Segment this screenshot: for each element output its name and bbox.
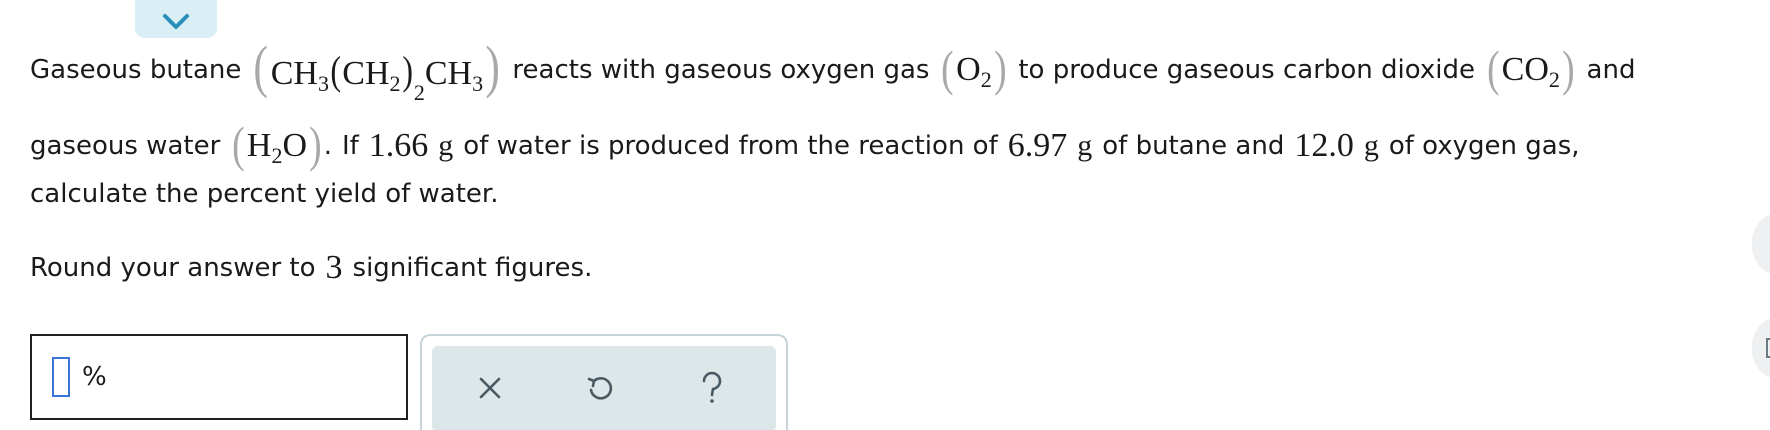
formula-carbon-dioxide: CO2 [1501,51,1560,92]
formula-butane: CH3(CH2)2CH3 [270,47,484,105]
formula-oxygen: O2 [956,51,992,92]
undo-button[interactable] [578,366,622,410]
butane-mass-value: 6.97 [1007,127,1068,164]
paren-open: ( [253,34,269,99]
paren-open: ( [232,116,245,172]
problem-text: gaseous water [30,131,221,161]
unit-grams: g [1363,129,1379,162]
paren-open: ( [941,40,955,96]
paren-close: ) [485,34,501,99]
panel-icon [1766,338,1770,358]
problem-line-1: Gaseous butane ( CH3(CH2)2CH3 ) reacts w… [30,34,1636,105]
side-panel-button[interactable] [1752,316,1770,380]
side-panel-button[interactable] [1752,212,1770,276]
paren-close: ) [993,40,1007,96]
paren-close: ) [1561,40,1575,96]
chevron-down-icon [163,14,189,29]
help-button[interactable] [690,366,734,410]
answer-input[interactable] [52,357,70,397]
answer-input-box[interactable]: % [30,334,408,420]
problem-text: reacts with gaseous oxygen gas [512,55,930,85]
problem-text: significant figures. [352,253,593,283]
unit-grams: g [1077,129,1093,162]
problem-text: . [323,131,332,161]
sigfig-count: 3 [325,249,343,286]
unit-grams: g [438,129,454,162]
undo-icon [587,376,613,400]
clear-button[interactable] [468,366,512,410]
close-icon [479,377,501,399]
collapse-toggle[interactable] [135,0,217,38]
water-mass-value: 1.66 [368,127,429,164]
problem-text: Round your answer to [30,253,316,283]
problem-text: calculate the percent yield of water. [30,179,499,209]
oxygen-mass-value: 12.0 [1294,127,1354,164]
paren-open: ( [1487,40,1500,96]
paren-close: ) [309,116,322,172]
rounding-instruction: Round your answer to 3 significant figur… [30,248,592,288]
help-icon [702,371,722,403]
formula-water: H2O [246,127,308,168]
problem-text: Gaseous butane [30,55,242,85]
problem-text: of oxygen gas, [1388,131,1580,161]
problem-line-3: calculate the percent yield of water. [30,174,499,214]
problem-text: of butane and [1102,131,1285,161]
problem-text: to produce gaseous carbon dioxide [1018,55,1475,85]
problem-text: and [1586,55,1636,85]
problem-text: of water is produced from the reaction o… [463,131,998,161]
problem-text: If [341,131,359,161]
answer-toolbar [420,334,788,430]
percent-unit-label: % [82,362,107,392]
problem-line-2: gaseous water ( H2O ) . If 1.66 g of wat… [30,118,1580,174]
